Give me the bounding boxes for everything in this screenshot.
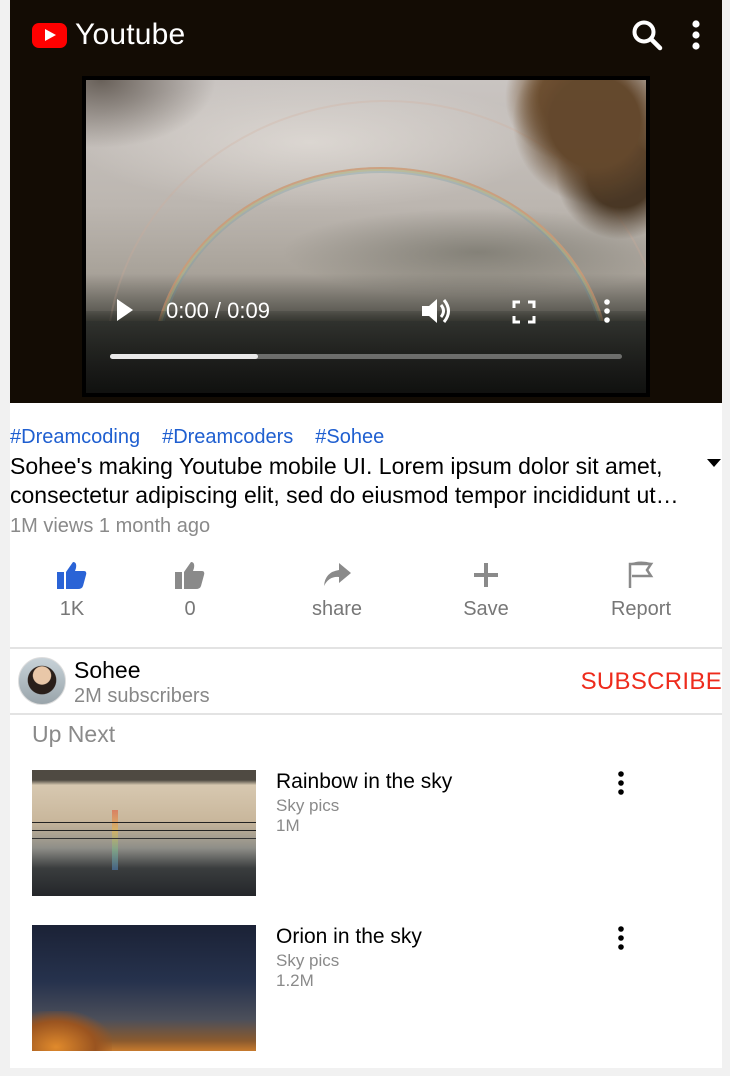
hashtag-link[interactable]: #Dreamcoding	[10, 426, 140, 449]
save-label: Save	[463, 598, 509, 620]
report-button[interactable]: Report	[591, 560, 691, 621]
video-item-title[interactable]: Rainbow in the sky	[276, 770, 452, 794]
plus-icon	[474, 563, 498, 587]
hashtag-list: #Dreamcoding #Dreamcoders #Sohee	[10, 426, 406, 449]
subscriber-count: 2M subscribers	[74, 685, 210, 707]
video-time: 0:00 / 0:09	[166, 298, 270, 323]
fullscreen-icon[interactable]	[512, 300, 536, 324]
subscribe-button[interactable]: SUBSCRIBE	[581, 668, 722, 696]
video-progress-bar[interactable]	[110, 354, 622, 359]
list-item[interactable]: Orion in the sky Sky pics 1.2M	[32, 925, 722, 1051]
more-vert-icon[interactable]	[616, 925, 626, 951]
expand-description-icon[interactable]	[707, 459, 721, 467]
share-button[interactable]: share	[287, 560, 387, 621]
report-label: Report	[610, 598, 672, 620]
up-next-heading: Up Next	[32, 721, 116, 747]
thumbs-up-icon	[57, 562, 87, 589]
thumbs-down-icon	[175, 562, 205, 589]
header-player-area: Youtube 0:00 / 0:09	[10, 0, 722, 403]
app-name: Youtube	[75, 18, 186, 51]
hashtag-link[interactable]: #Dreamcoders	[162, 426, 293, 449]
share-label: share	[311, 598, 363, 620]
save-button[interactable]: Save	[436, 560, 536, 621]
video-item-views: 1M	[276, 816, 300, 835]
video-meta: 1M views 1 month ago	[10, 515, 211, 537]
search-icon[interactable]	[630, 18, 664, 52]
dislike-count: 0	[184, 598, 196, 620]
more-vert-icon[interactable]	[684, 18, 708, 52]
player-more-icon[interactable]	[602, 298, 612, 324]
channel-name[interactable]: Sohee	[74, 657, 141, 684]
video-item-channel: Sky pics	[276, 796, 340, 815]
video-item-title[interactable]: Orion in the sky	[276, 925, 422, 949]
like-count: 1K	[59, 598, 85, 620]
volume-icon[interactable]	[420, 297, 454, 325]
dislike-button[interactable]: 0	[140, 560, 240, 621]
flag-icon	[628, 561, 654, 588]
like-button[interactable]: 1K	[22, 560, 122, 621]
list-item[interactable]: Rainbow in the sky Sky pics 1M	[32, 770, 722, 896]
divider	[10, 647, 722, 649]
video-progress-fill	[110, 354, 259, 359]
video-title: Sohee's making Youtube mobile UI. Lorem …	[10, 453, 663, 508]
youtube-logo-icon	[32, 22, 67, 48]
divider	[10, 713, 722, 715]
video-item-views: 1.2M	[276, 971, 314, 990]
avatar[interactable]	[18, 657, 66, 705]
video-player[interactable]: 0:00 / 0:09	[82, 76, 650, 397]
youtube-page: Youtube 0:00 / 0:09 #Dreamcoding #Dreamc…	[10, 0, 722, 1068]
video-thumbnail[interactable]	[32, 925, 256, 1051]
video-thumbnail[interactable]	[32, 770, 256, 896]
play-icon[interactable]	[116, 298, 134, 322]
youtube-logo[interactable]: Youtube	[32, 18, 185, 52]
share-icon	[324, 563, 351, 586]
hashtag-link[interactable]: #Sohee	[315, 426, 384, 449]
action-bar: 1K 0 share Save Report	[10, 560, 722, 632]
more-vert-icon[interactable]	[616, 770, 626, 796]
video-item-channel: Sky pics	[276, 951, 340, 970]
video-frame	[86, 80, 646, 393]
